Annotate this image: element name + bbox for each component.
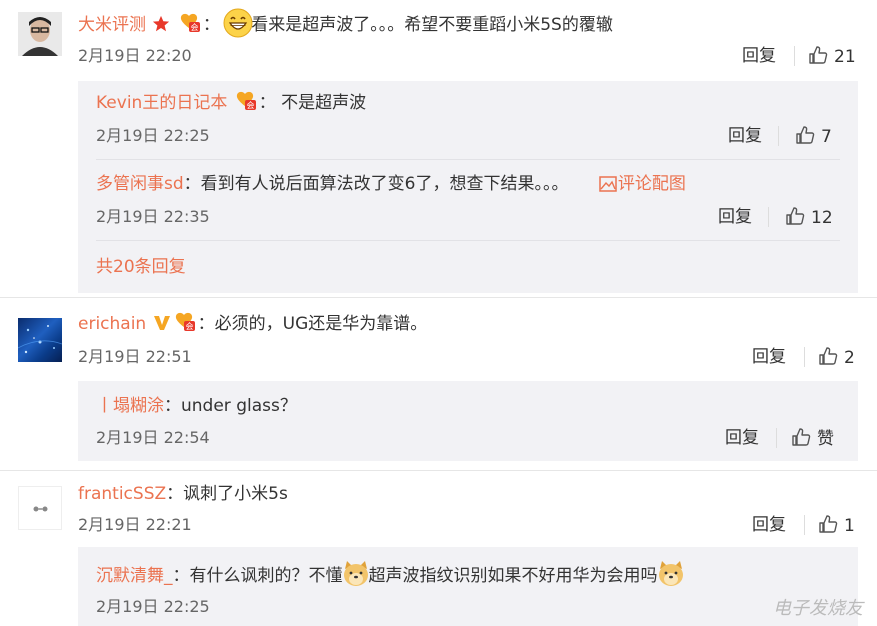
comment-text: 必须的，UG还是华为靠谱。 [214, 314, 428, 334]
timestamp: 2月19日 22:51 [78, 347, 192, 366]
image-icon [599, 175, 617, 199]
reply-text: 超声波指纹识别如果不好用华为会用吗 [368, 566, 658, 586]
timestamp: 2月19日 22:35 [96, 207, 210, 226]
thumb-up-icon [818, 346, 838, 372]
watermark-text: 电子发烧友 [773, 598, 863, 619]
comment-item: erichain 会 ：必须的，UG还是华为靠谱。 2月19日 22:51 回复… [0, 300, 877, 470]
more-replies-link[interactable]: 共20条回复 [96, 255, 186, 279]
colon: ： [197, 314, 215, 334]
member-badge-icon: 会 [173, 312, 197, 339]
thumb-up-icon [795, 125, 815, 151]
divider [768, 207, 769, 227]
reply-button[interactable]: 回复 [752, 346, 786, 368]
verified-v-icon [153, 314, 171, 339]
username[interactable]: 大米评测 [78, 15, 146, 35]
like-count: 21 [834, 47, 856, 67]
avatar[interactable] [18, 486, 62, 530]
divider [794, 46, 795, 66]
like-count: 7 [821, 127, 832, 147]
timestamp: 2月19日 22:25 [96, 597, 210, 616]
reply-username[interactable]: 沉默清舞_ [96, 566, 173, 586]
comment-separator [0, 470, 877, 471]
divider [804, 515, 805, 535]
svg-text:会: 会 [185, 321, 193, 331]
reply-button[interactable]: 回复 [752, 514, 786, 536]
reply-text: 不是超声波 [281, 93, 367, 113]
comment-image-link[interactable]: 评论配图 [598, 174, 686, 194]
timestamp: 2月19日 22:20 [78, 46, 192, 65]
colon: ： [164, 396, 181, 416]
colon: ： [258, 93, 276, 113]
reply-prefix: 丨 [96, 396, 113, 416]
comment-text: 看来是超声波了。。。希望不要重蹈小米5S的覆辙 [251, 15, 613, 35]
reply-divider [96, 240, 840, 241]
divider [776, 428, 777, 448]
reply-username[interactable]: 多管闲事sd [96, 174, 184, 194]
username[interactable]: erichain [78, 314, 146, 334]
reply-button[interactable]: 回复 [728, 125, 762, 147]
like-count: 1 [844, 516, 855, 536]
divider [778, 126, 779, 146]
like-button[interactable]: 赞 [791, 427, 834, 453]
colon: ： [202, 15, 220, 35]
reply-button[interactable]: 回复 [718, 206, 752, 228]
star-badge-icon [152, 15, 170, 40]
grin-emoji-icon [223, 8, 253, 38]
reply-button[interactable]: 回复 [725, 427, 759, 449]
member-badge-icon: 会 [234, 91, 258, 118]
thumb-up-icon [785, 206, 805, 232]
username[interactable]: franticSSZ [78, 484, 166, 504]
thumb-up-icon [818, 514, 838, 540]
like-button[interactable]: 1 [818, 514, 855, 540]
like-count: 12 [811, 208, 833, 228]
timestamp: 2月19日 22:25 [96, 126, 210, 145]
timestamp: 2月19日 22:21 [78, 515, 192, 534]
timestamp: 2月19日 22:54 [96, 428, 210, 447]
svg-text:会: 会 [246, 100, 254, 110]
like-count: 2 [844, 348, 855, 368]
reply-list: 丨塌糊涂：under glass？ 2月19日 22:54 回复 赞 [78, 381, 858, 461]
image-link-label: 评论配图 [617, 174, 686, 194]
avatar[interactable] [18, 318, 62, 362]
like-button[interactable]: 12 [785, 206, 833, 232]
reply-divider [96, 159, 840, 160]
reply-text: under glass？ [181, 396, 297, 416]
reply-list: 沉默清舞_：有什么讽刺的？不懂 超声波指纹识别如果不好用华为会用吗 2月19日 … [78, 547, 858, 626]
divider [804, 347, 805, 367]
watermark: 电子发烧友 [773, 594, 863, 620]
reply-username[interactable]: 塌糊涂 [113, 396, 164, 416]
colon: ： [183, 174, 201, 194]
avatar[interactable] [18, 12, 62, 56]
comment-separator [0, 297, 877, 298]
like-label: 赞 [817, 429, 834, 449]
like-button[interactable]: 7 [795, 125, 832, 151]
reply-text: 有什么讽刺的？不懂 [189, 566, 343, 586]
svg-text:会: 会 [190, 22, 198, 32]
reply-list: Kevin王的日记本 会 ： 不是超声波 2月19日 22:25 回复 7 多管… [78, 81, 858, 293]
colon: ： [166, 484, 184, 504]
thumb-up-icon [791, 427, 811, 453]
reply-username[interactable]: Kevin王的日记本 [96, 93, 227, 113]
reply-text: 看到有人说后面算法改了变6了，想查下结果。。。 [200, 174, 569, 194]
thumb-up-icon [808, 45, 828, 71]
comment-item: franticSSZ：讽刺了小米5s 2月19日 22:21 回复 1 沉默清舞… [0, 472, 877, 626]
doge-emoji-icon [343, 561, 369, 587]
doge-emoji-icon [658, 561, 684, 587]
reply-button[interactable]: 回复 [742, 45, 776, 67]
member-badge-icon: 会 [178, 13, 202, 40]
like-button[interactable]: 2 [818, 346, 855, 372]
colon: ： [172, 566, 190, 586]
comment-item: 大米评测 会 ： 看来是超声波了。。。希望不要重蹈小米5S的覆辙 2月19日 2… [0, 0, 877, 295]
like-button[interactable]: 21 [808, 45, 856, 71]
comment-text: 讽刺了小米5s [183, 484, 288, 504]
